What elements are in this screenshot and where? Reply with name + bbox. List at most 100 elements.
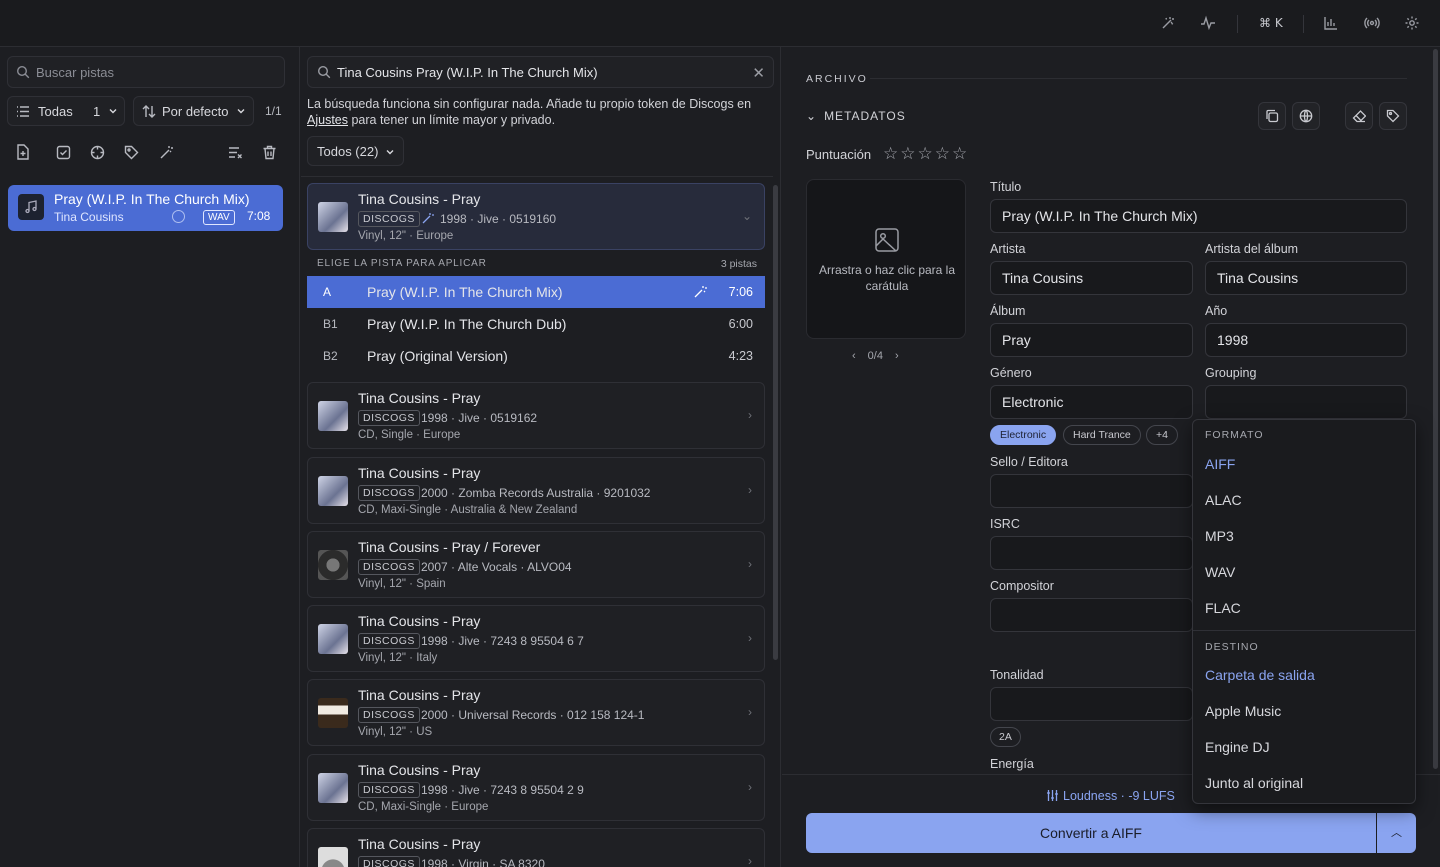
clear-list-icon[interactable] (226, 143, 244, 161)
label-field[interactable] (990, 474, 1193, 508)
globe-icon[interactable] (1292, 102, 1320, 130)
release-search[interactable]: Tina Cousins Pray (W.I.P. In The Church … (307, 56, 774, 88)
album-field[interactable]: Pray (990, 323, 1193, 357)
format-option-aiff[interactable]: AIFF (1205, 456, 1235, 472)
track-list-item[interactable]: Pray (W.I.P. In The Church Mix) Tina Cou… (8, 185, 283, 231)
chevron-left-icon[interactable]: ‹ (852, 350, 856, 362)
add-file-icon[interactable] (13, 143, 31, 161)
format-option-wav[interactable]: WAV (1205, 564, 1235, 580)
isrc-field[interactable] (990, 536, 1193, 570)
picker-row[interactable]: B2 Pray (Original Version) 4:23 (307, 340, 765, 372)
album-artist-field[interactable]: Tina Cousins (1205, 261, 1407, 295)
chevron-right-icon: › (748, 705, 752, 719)
trash-icon[interactable] (260, 143, 278, 161)
tag-icon[interactable] (122, 143, 140, 161)
convert-button[interactable]: Convertir a AIFF (806, 813, 1376, 853)
activity-icon[interactable] (1199, 14, 1217, 32)
image-icon (874, 227, 900, 253)
format-badge: WAV (203, 210, 235, 225)
release-title: Tina Cousins - Pray (358, 191, 481, 207)
format-option-alac[interactable]: ALAC (1205, 492, 1242, 508)
format-option-mp3[interactable]: MP3 (1205, 528, 1234, 544)
source-badge: DISCOGS (358, 782, 420, 798)
cover-art-dropzone[interactable]: Arrastra o haz clic para la carátula (806, 179, 966, 339)
release-card[interactable]: Tina Cousins - Pray DISCOGS 1998 · Virgi… (307, 828, 765, 867)
convert-options-menu: FORMATO AIFF ALAC MP3 WAV FLAC DESTINO C… (1192, 419, 1416, 804)
scrollbar[interactable] (773, 185, 778, 660)
release-thumbnail (318, 401, 348, 431)
destination-option-next-to-original[interactable]: Junto al original (1205, 775, 1303, 791)
broadcast-icon[interactable] (1363, 14, 1381, 32)
grouping-field[interactable] (1205, 385, 1407, 419)
discogs-token-hint: La búsqueda funciona sin configurar nada… (307, 96, 772, 128)
genre-field[interactable]: Electronic (990, 385, 1193, 419)
release-card[interactable]: Tina Cousins - Pray DISCOGS 1998 · Jive … (307, 605, 765, 672)
key-field[interactable] (990, 687, 1193, 721)
destination-option-apple-music[interactable]: Apple Music (1205, 703, 1281, 719)
composer-field[interactable] (990, 598, 1193, 632)
gear-icon[interactable] (1403, 14, 1421, 32)
results-filter-label: Todos (22) (317, 143, 379, 159)
picker-row[interactable]: B1 Pray (W.I.P. In The Church Dub) 6:00 (307, 308, 765, 340)
results-filter-dropdown[interactable]: Todos (22) (307, 136, 404, 166)
picker-duration: 4:23 (728, 349, 753, 363)
release-card-selected[interactable]: Tina Cousins - Pray DISCOGS 1998 · Jive … (307, 183, 765, 250)
sort-dropdown[interactable]: Por defecto (133, 96, 254, 126)
loudness-indicator[interactable]: Loudness · -9 LUFS (1046, 789, 1175, 803)
magic-wand-icon[interactable] (1159, 14, 1177, 32)
release-card[interactable]: Tina Cousins - Pray DISCOGS 2000 · Zomba… (307, 457, 765, 524)
grouping-label: Grouping (1205, 366, 1257, 380)
tag-icon[interactable] (1379, 102, 1407, 130)
metadata-section-toggle[interactable]: ⌄ METADATOS (806, 109, 906, 123)
genre-chip-more[interactable]: +4 (1146, 425, 1178, 445)
divider (1237, 15, 1238, 33)
format-option-flac[interactable]: FLAC (1205, 600, 1241, 616)
filter-dropdown[interactable]: Todas 1 (7, 96, 125, 126)
chevron-right-icon[interactable]: › (895, 350, 899, 362)
scrollbar[interactable] (1433, 49, 1438, 769)
top-bar: ⌘ K (0, 0, 1440, 47)
key-chip[interactable]: 2A (990, 727, 1021, 747)
rating-stars[interactable]: ☆☆☆☆☆ (883, 144, 969, 164)
release-search-input[interactable]: Tina Cousins Pray (W.I.P. In The Church … (337, 65, 598, 80)
track-search[interactable] (7, 56, 285, 88)
picker-row[interactable]: A Pray (W.I.P. In The Church Mix) 7:06 (307, 276, 765, 308)
title-field[interactable]: Pray (W.I.P. In The Church Mix) (990, 199, 1407, 233)
chevron-down-icon (385, 147, 395, 157)
list-icon (16, 105, 30, 118)
close-icon[interactable]: ✕ (752, 64, 765, 82)
source-badge: DISCOGS (358, 211, 420, 227)
command-palette-shortcut[interactable]: ⌘ K (1259, 16, 1283, 30)
bar-chart-icon[interactable] (1322, 14, 1340, 32)
magic-wand-icon[interactable] (157, 143, 175, 161)
year-label: Año (1205, 304, 1228, 318)
filter-label: Todas (38, 103, 73, 119)
genre-chip[interactable]: Hard Trance (1063, 425, 1141, 445)
release-title: Tina Cousins - Pray / Forever (358, 539, 541, 555)
destination-option-engine-dj[interactable]: Engine DJ (1205, 739, 1270, 755)
track-search-input[interactable] (36, 57, 276, 87)
composer-label: Compositor (990, 579, 1054, 593)
track-artist: Tina Cousins (54, 210, 124, 224)
artist-field[interactable]: Tina Cousins (990, 261, 1193, 295)
release-card[interactable]: Tina Cousins - Pray DISCOGS 2000 · Unive… (307, 679, 765, 746)
release-thumbnail (318, 847, 348, 867)
release-card[interactable]: Tina Cousins - Pray / Forever DISCOGS 20… (307, 531, 765, 598)
release-thumbnail (318, 624, 348, 654)
release-meta: 1998 · Jive · 0519162 (421, 411, 538, 425)
year-field[interactable]: 1998 (1205, 323, 1407, 357)
checkbox-icon[interactable] (54, 143, 72, 161)
genre-chip[interactable]: Electronic (990, 425, 1057, 445)
release-title: Tina Cousins - Pray (358, 762, 481, 778)
loudness-value: Loudness · -9 LUFS (1063, 789, 1175, 803)
release-card[interactable]: Tina Cousins - Pray DISCOGS 1998 · Jive … (307, 382, 765, 449)
target-icon[interactable] (88, 143, 106, 161)
picker-name: Pray (Original Version) (367, 348, 508, 364)
convert-options-toggle[interactable]: ︿ (1377, 813, 1416, 853)
copy-icon[interactable] (1258, 102, 1286, 130)
destination-option-output-folder[interactable]: Carpeta de salida (1205, 667, 1315, 683)
settings-link[interactable]: Ajustes (307, 113, 348, 127)
eraser-icon[interactable] (1345, 102, 1373, 130)
release-card[interactable]: Tina Cousins - Pray DISCOGS 1998 · Jive … (307, 754, 765, 821)
divider (301, 176, 773, 177)
